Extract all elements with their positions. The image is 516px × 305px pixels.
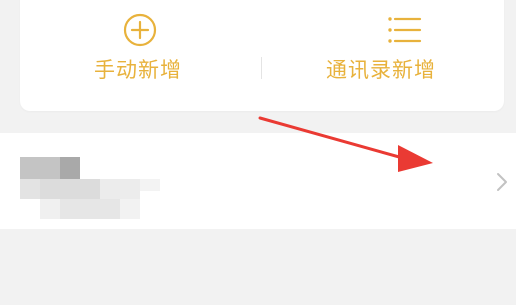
contact-list-item[interactable] [0, 133, 516, 229]
contacts-add-label: 通讯录新增 [326, 58, 436, 82]
manual-add-button[interactable]: 手动新增 [20, 0, 262, 111]
chevron-right-icon [497, 173, 507, 191]
list-icon [388, 17, 422, 43]
manual-add-label: 手动新增 [94, 58, 182, 82]
quick-add-card: 手动新增 通讯录新增 [20, 0, 504, 111]
contacts-add-button[interactable]: 通讯录新增 [262, 0, 504, 111]
plus-circle-icon [123, 13, 157, 47]
pixelated-contact-name [0, 157, 180, 219]
